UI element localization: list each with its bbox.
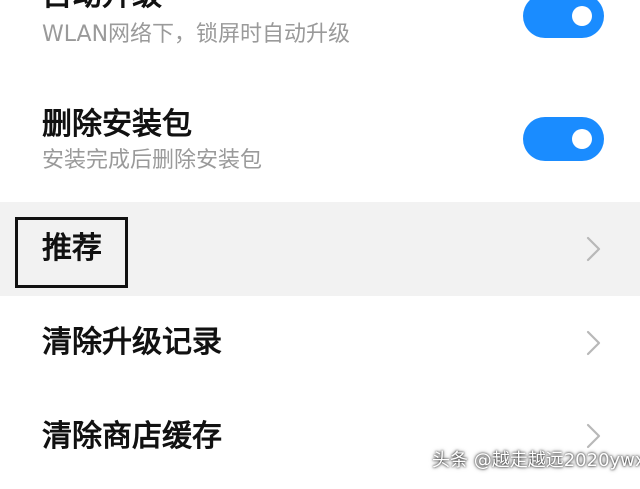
toggle-knob [572, 129, 592, 149]
delete-package-toggle[interactable] [523, 117, 604, 161]
chevron-right-icon [586, 423, 601, 449]
setting-title-clear-upgrade-records: 清除升级记录 [42, 325, 222, 360]
toggle-knob [572, 6, 592, 26]
auto-upgrade-toggle[interactable] [523, 0, 604, 38]
setting-title-auto-upgrade: 自动升级 [42, 0, 162, 11]
setting-subtitle-auto-upgrade: WLAN网络下，锁屏时自动升级 [42, 22, 351, 47]
setting-row-delete-package[interactable]: 删除安装包 安装完成后删除安装包 [0, 88, 640, 202]
setting-row-clear-upgrade-records[interactable]: 清除升级记录 [0, 296, 640, 390]
watermark-text: 头条 @越走越远2020ywx [432, 450, 640, 471]
chevron-right-icon [586, 236, 601, 262]
setting-title-clear-store-cache: 清除商店缓存 [42, 419, 222, 454]
setting-subtitle-delete-package: 安装完成后删除安装包 [42, 148, 263, 173]
setting-row-auto-upgrade[interactable]: 自动升级 WLAN网络下，锁屏时自动升级 [0, 0, 640, 88]
setting-title-delete-package: 删除安装包 [42, 107, 192, 142]
chevron-right-icon [586, 330, 601, 356]
annotation-highlight-box [15, 217, 128, 288]
setting-row-clear-store-cache[interactable]: 清除商店缓存 [0, 390, 640, 489]
